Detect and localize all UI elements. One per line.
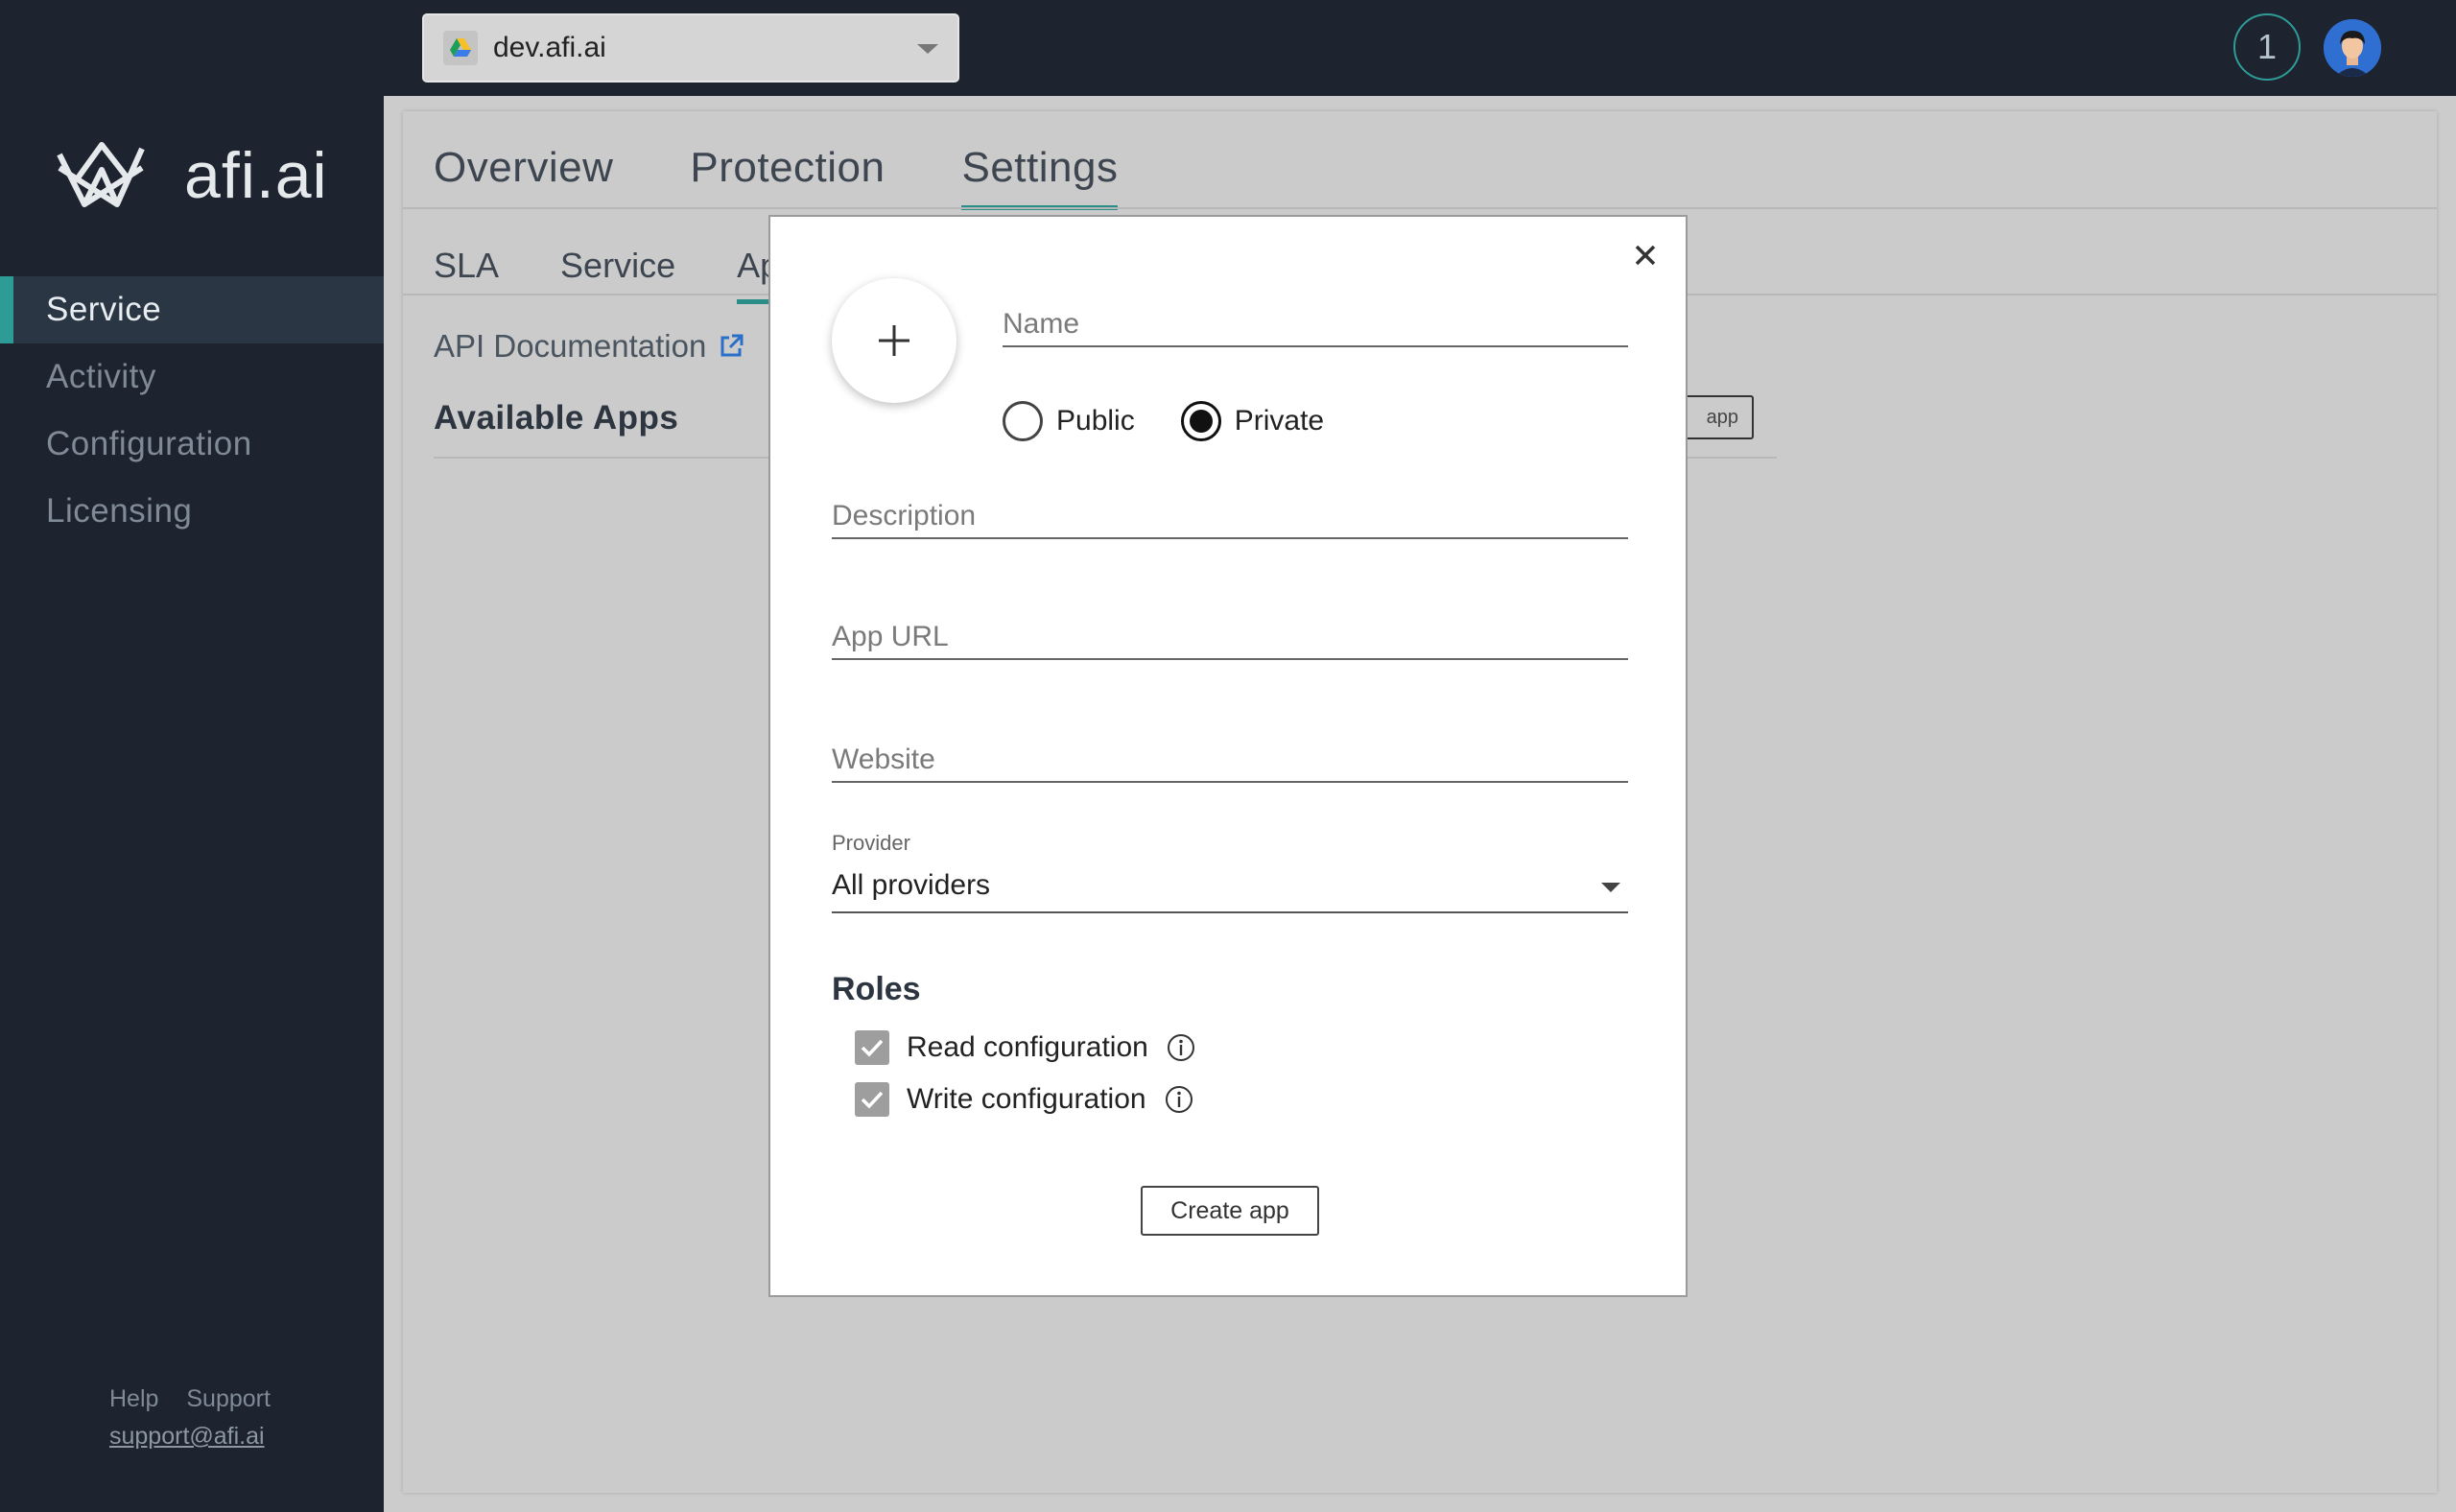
website-field [832,739,1628,783]
role-write-configuration: Write configuration [855,1082,1194,1117]
close-button[interactable] [1626,236,1665,274]
sidebar-nav: Service Activity Configuration Licensing [0,276,384,545]
sidebar-item-activity[interactable]: Activity [0,343,384,411]
name-input[interactable] [1003,303,1628,345]
topbar: dev.afi.ai 1 [384,0,2456,96]
help-link[interactable]: Help [109,1385,158,1412]
description-input[interactable] [832,495,1628,537]
crown-logo-icon [57,142,145,207]
app-url-field [832,616,1628,660]
read-configuration-label: Read configuration [907,1031,1148,1063]
logo-text: afi.ai [184,139,328,212]
radio-private-circle[interactable] [1180,401,1221,441]
roles-title: Roles [832,971,921,1007]
chevron-down-icon [917,44,938,54]
chevron-down-icon [1601,883,1620,892]
info-icon[interactable] [1166,1032,1196,1063]
read-configuration-checkbox[interactable] [855,1030,889,1065]
checkmark-icon [861,1039,884,1057]
role-read-configuration: Read configuration [855,1030,1196,1065]
tab-protection[interactable]: Protection [690,144,885,210]
sidebar-item-service[interactable]: Service [0,276,384,343]
afi-logo[interactable]: afi.ai [56,138,328,213]
name-field [1003,303,1628,347]
visibility-radio-group: Public Private [1003,401,1370,441]
radio-public-label: Public [1056,405,1135,437]
description-field [832,495,1628,539]
provider-label: Provider [832,831,910,855]
write-configuration-label: Write configuration [907,1083,1146,1115]
support-email-link[interactable]: support@afi.ai [109,1423,292,1451]
available-apps-title: Available Apps [434,399,679,437]
plus-icon [879,325,909,356]
external-link-icon [720,334,744,357]
support-link[interactable]: Support [186,1385,271,1412]
website-input[interactable] [832,739,1628,781]
write-configuration-checkbox[interactable] [855,1082,889,1117]
radio-selected-dot [1189,410,1213,433]
tenant-dropdown[interactable]: dev.afi.ai [422,13,959,83]
sidebar-item-configuration[interactable]: Configuration [0,411,384,478]
tabs-divider [403,207,2437,209]
upload-app-icon-button[interactable] [832,278,956,403]
sidebar-footer: Help Support support@afi.ai [109,1385,292,1451]
create-app-button[interactable]: Create app [1141,1186,1319,1236]
api-documentation-label: API Documentation [434,328,707,364]
notification-badge[interactable]: 1 [2233,13,2301,81]
create-app-modal: Public Private Provider All providers Ro… [768,215,1688,1297]
info-icon[interactable] [1164,1084,1194,1115]
sidebar: afi.ai Service Activity Configuration Li… [0,0,384,1512]
avatar-icon [2324,19,2381,77]
main-tabs: Overview Protection Settings [434,144,1194,210]
radio-private[interactable]: Private [1180,401,1325,441]
app-url-input[interactable] [832,616,1628,658]
close-icon [1635,245,1656,266]
radio-public[interactable]: Public [1003,401,1135,441]
provider-select[interactable]: All providers [832,865,1628,913]
tab-settings[interactable]: Settings [961,144,1119,210]
radio-public-circle[interactable] [1003,401,1043,441]
radio-private-label: Private [1234,405,1325,437]
sidebar-item-licensing[interactable]: Licensing [0,478,384,545]
tenant-label: dev.afi.ai [493,32,606,63]
google-drive-icon [443,31,478,65]
checkmark-icon [861,1091,884,1109]
provider-value: All providers [832,869,991,901]
user-avatar[interactable] [2324,19,2381,77]
api-documentation-link[interactable]: API Documentation [434,328,744,365]
tab-overview[interactable]: Overview [434,144,613,210]
